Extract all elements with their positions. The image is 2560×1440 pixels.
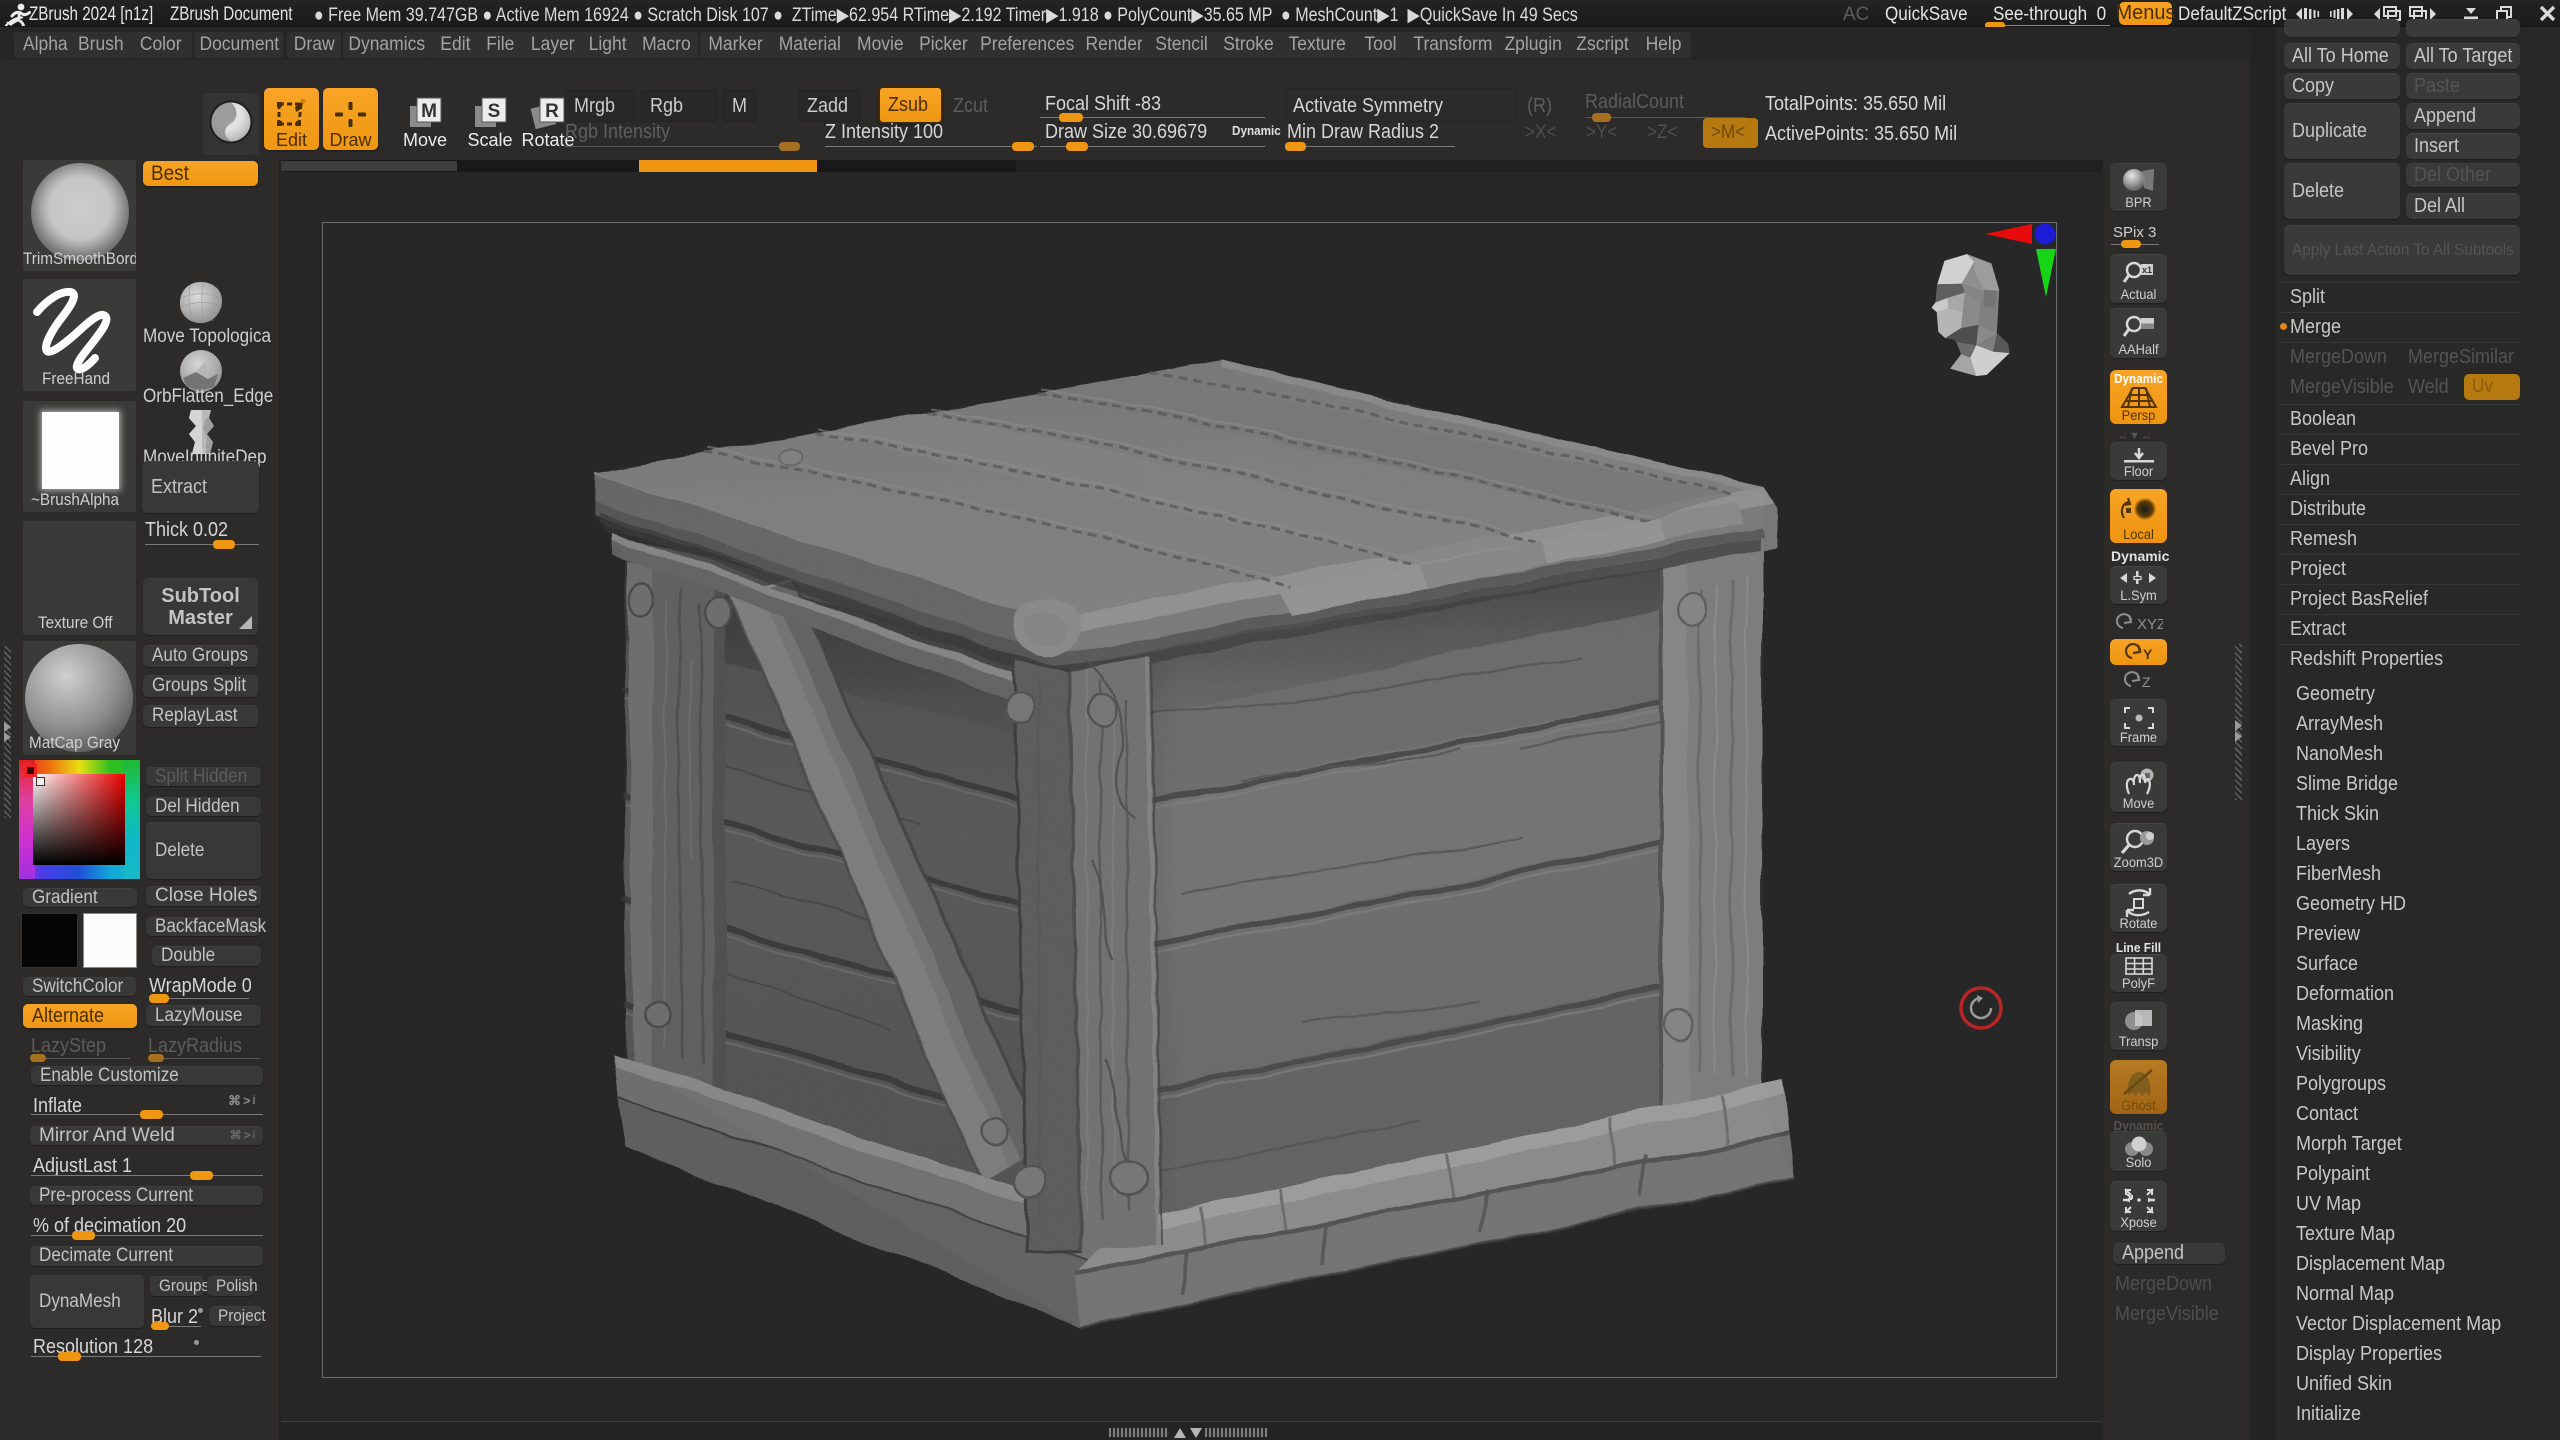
svg-text:R: R	[545, 101, 559, 122]
svg-text:Y: Y	[2143, 646, 2153, 662]
svg-text:S: S	[488, 101, 501, 122]
svg-text:Z: Z	[2142, 674, 2151, 690]
svg-text:x1: x1	[2142, 265, 2152, 275]
svg-text:M: M	[421, 101, 437, 122]
svg-text:XYZ: XYZ	[2137, 616, 2163, 633]
